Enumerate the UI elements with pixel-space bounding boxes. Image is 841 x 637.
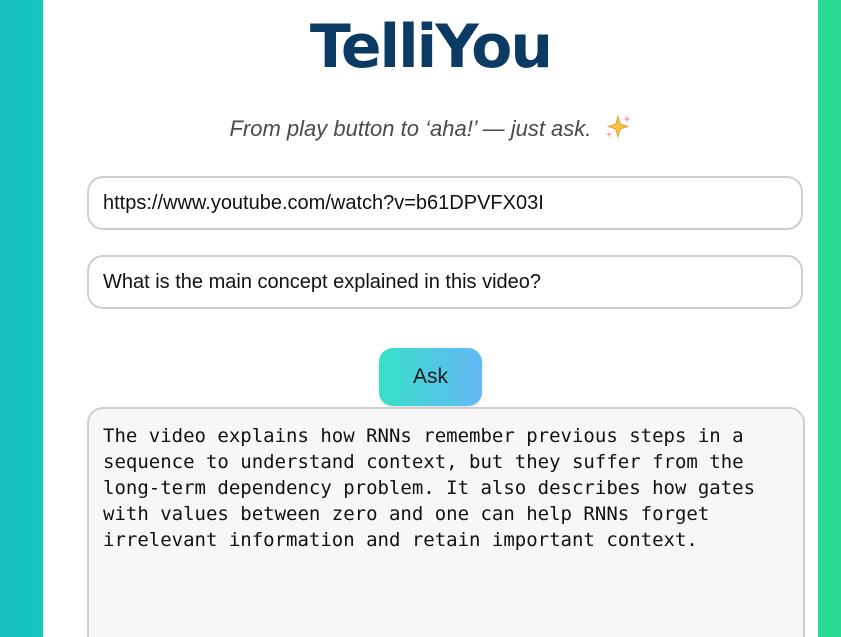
main-card: TelliYou From play button to ‘aha!’ — ju… [43, 0, 818, 637]
tagline: From play button to ‘aha!’ — just ask. [43, 114, 818, 143]
tagline-text: From play button to ‘aha!’ — just ask. [229, 116, 592, 141]
answer-output[interactable]: The video explains how RNNs remember pre… [87, 407, 805, 637]
ask-button[interactable]: Ask [379, 348, 482, 406]
brand-logo: TelliYou [309, 12, 553, 82]
video-url-input[interactable] [87, 176, 803, 230]
question-input[interactable] [87, 255, 803, 309]
sparkles-icon [605, 114, 631, 139]
